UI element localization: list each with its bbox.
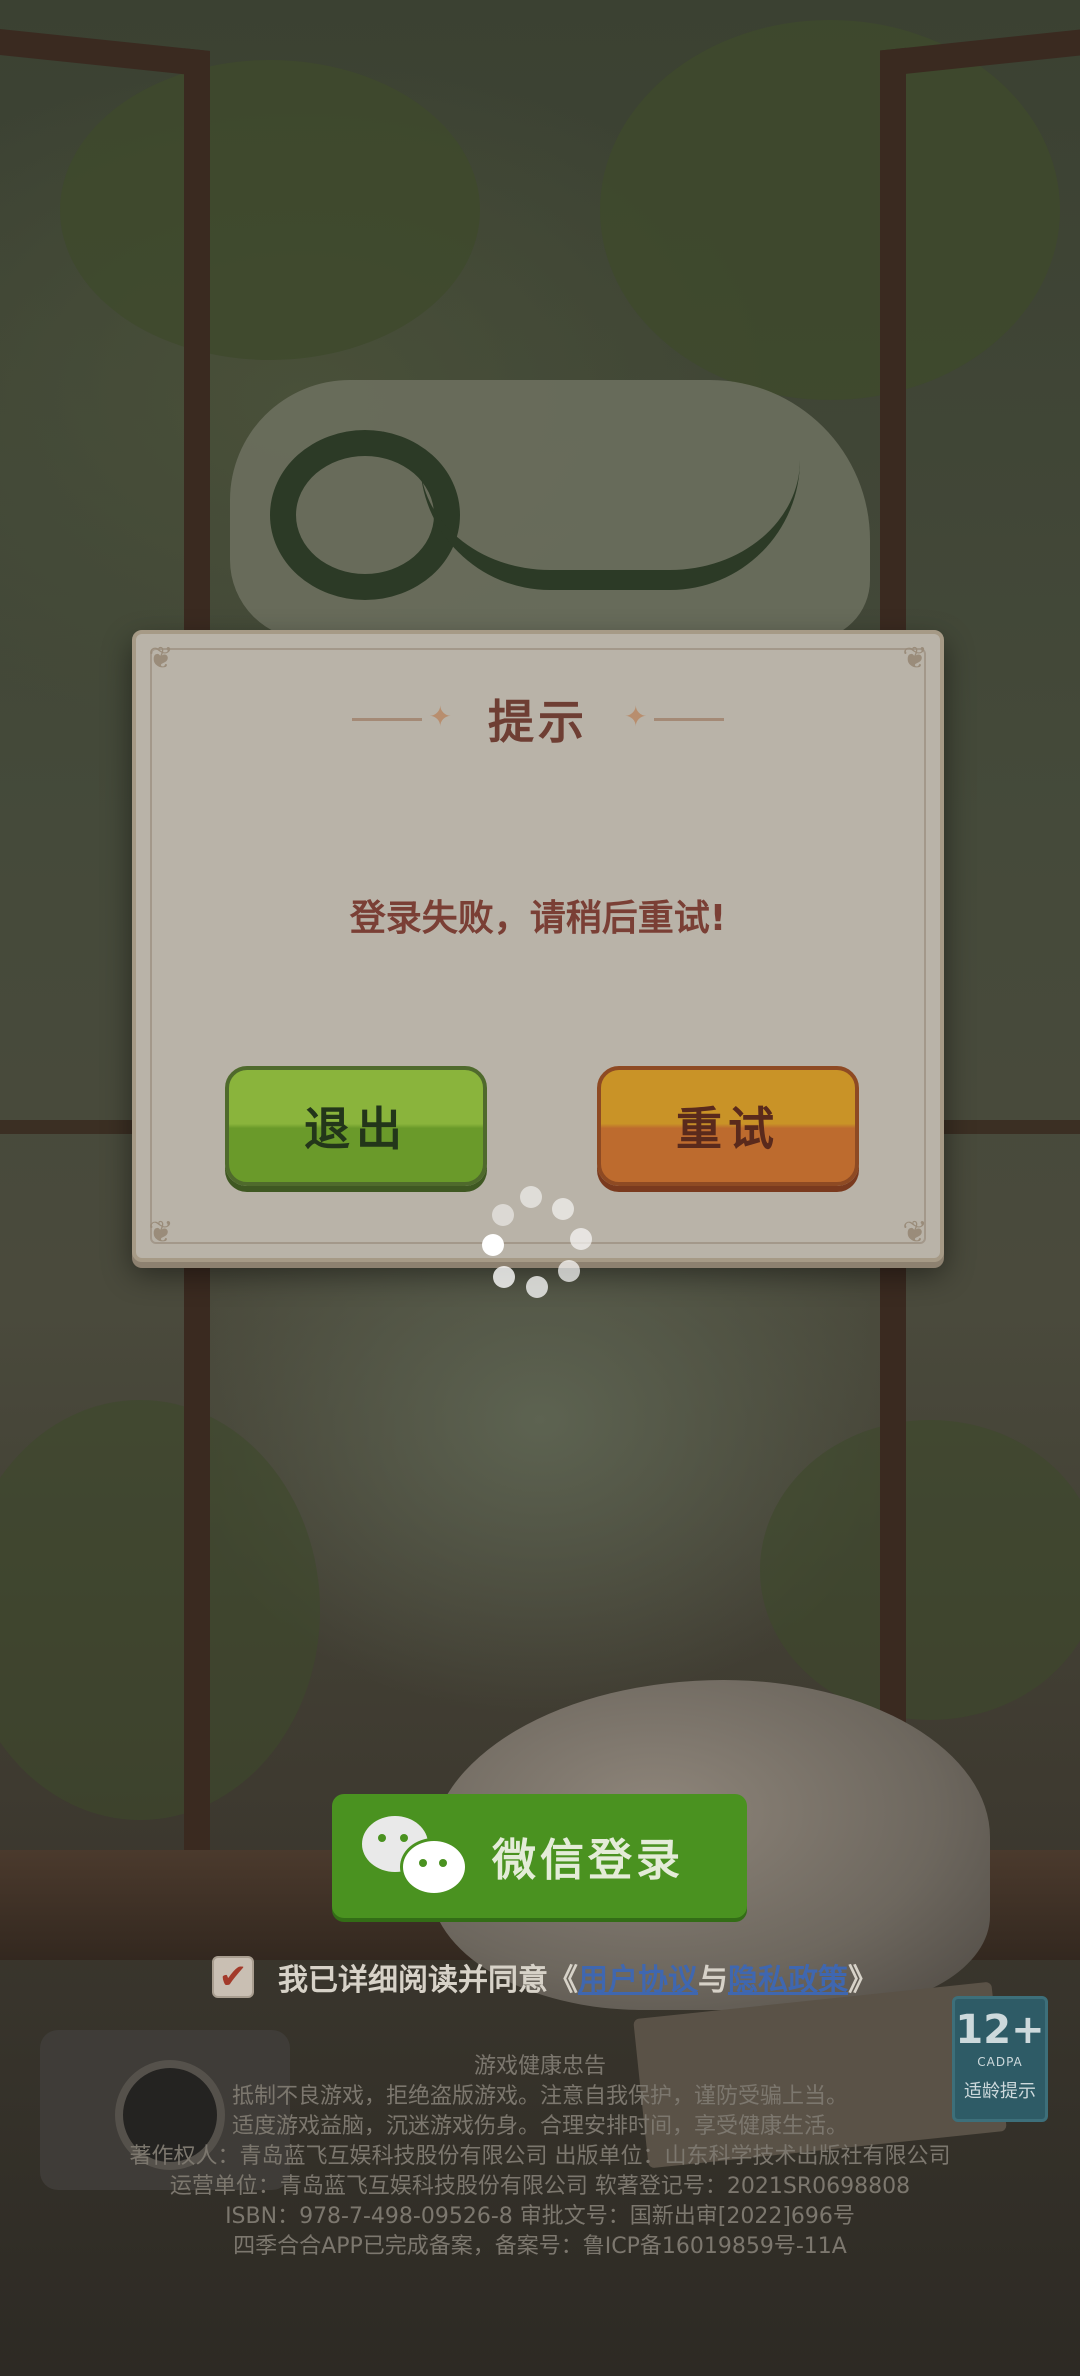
- health-notice-line: 适度游戏益脑，沉迷游戏伤身。合理安排时间，享受健康生活。: [231, 2114, 848, 2139]
- user-agreement-link[interactable]: 用户协议: [578, 1963, 698, 1998]
- agreement-prefix: 我已详细阅读并同意《: [278, 1963, 578, 1998]
- dialog-message: 登录失败，请稍后重试!: [349, 898, 727, 939]
- loading-spinner-icon: [476, 1186, 596, 1306]
- agreement-row: ✔ 我已详细阅读并同意《用户协议与隐私政策》: [212, 1952, 878, 2002]
- health-notice: 游戏健康忠告 抵制不良游戏，拒绝盗版游戏。注意自我保护，谨防受骗上当。 适度游戏…: [0, 2052, 1080, 2262]
- health-notice-line: 抵制不良游戏，拒绝盗版游戏。注意自我保护，谨防受骗上当。: [231, 2084, 848, 2109]
- checkmark-icon: ✔: [218, 1957, 248, 1997]
- health-notice-title: 游戏健康忠告: [473, 2054, 606, 2079]
- age-rating-number: 12+: [955, 2007, 1045, 2053]
- wechat-bubble-front: [400, 1838, 468, 1896]
- wechat-login-button[interactable]: 微信登录: [332, 1794, 747, 1918]
- exit-button-label: 退出: [304, 1102, 408, 1156]
- title-ornament-right-icon: [624, 700, 724, 734]
- corner-ornament-icon: ❦: [148, 641, 174, 676]
- copyright-line: 著作权人：青岛蓝飞互娱科技股份有限公司 出版单位：山东科学技术出版社有限公司: [129, 2144, 951, 2169]
- dialog-header: 提示: [136, 684, 940, 754]
- agreement-text: 我已详细阅读并同意《用户协议与隐私政策》: [278, 1955, 878, 1999]
- agreement-suffix: 》: [848, 1963, 878, 1998]
- spinner-dot: [558, 1260, 580, 1282]
- agreement-and: 与: [698, 1963, 728, 1998]
- wechat-login-label: 微信登录: [492, 1835, 684, 1886]
- isbn-line: ISBN：978-7-498-09526-8 审批文号：国新出审[2022]69…: [225, 2204, 855, 2229]
- title-ornament-left-icon: [352, 700, 452, 734]
- spinner-dot: [492, 1204, 514, 1226]
- spinner-dot: [493, 1266, 515, 1288]
- error-dialog: ❦ ❦ ❦ ❦ 提示 登录失败，请稍后重试! 退出 重试: [132, 630, 944, 1262]
- icp-line: 四季合合APP已完成备案，备案号：鲁ICP备16019859号-11A: [233, 2234, 847, 2259]
- corner-ornament-icon: ❦: [148, 1215, 174, 1250]
- wechat-bubble-eye: [419, 1859, 427, 1867]
- spinner-dot: [552, 1198, 574, 1220]
- retry-button[interactable]: 重试: [597, 1066, 859, 1186]
- corner-ornament-icon: ❦: [902, 1215, 928, 1250]
- spinner-dot: [482, 1234, 504, 1256]
- wechat-bubble-eye: [378, 1834, 386, 1842]
- spinner-dot: [526, 1276, 548, 1298]
- spinner-dot: [520, 1186, 542, 1208]
- operator-line: 运营单位：青岛蓝飞互娱科技股份有限公司 软著登记号：2021SR0698808: [169, 2174, 911, 2199]
- corner-ornament-icon: ❦: [902, 641, 928, 676]
- wechat-icon: [362, 1816, 468, 1896]
- retry-button-label: 重试: [676, 1102, 780, 1156]
- wechat-bubble-eye: [400, 1834, 408, 1842]
- privacy-policy-link[interactable]: 隐私政策: [728, 1963, 848, 1998]
- agreement-checkbox[interactable]: ✔: [212, 1956, 254, 1998]
- spinner-dot: [570, 1228, 592, 1250]
- dialog-title: 提示: [488, 695, 588, 749]
- wechat-bubble-eye: [439, 1859, 447, 1867]
- exit-button[interactable]: 退出: [225, 1066, 487, 1186]
